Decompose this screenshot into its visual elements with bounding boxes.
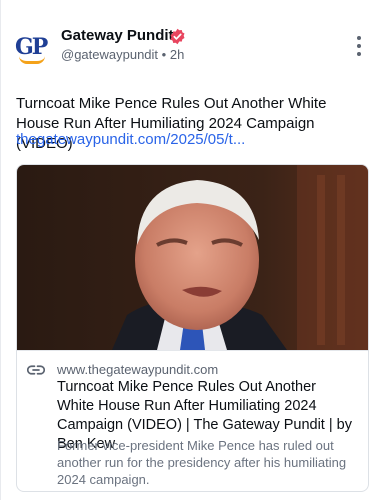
avatar[interactable]: GP xyxy=(15,29,51,65)
verified-badge-icon xyxy=(170,28,185,45)
meta-separator: • xyxy=(161,47,167,62)
more-vertical-icon xyxy=(357,36,361,40)
author-handle-line: @gatewaypundit • 2h xyxy=(61,47,184,62)
card-domain: www.thegatewaypundit.com xyxy=(57,362,219,377)
link-card[interactable]: www.thegatewaypundit.com Turncoat Mike P… xyxy=(16,164,369,492)
card-body[interactable]: www.thegatewaypundit.com Turncoat Mike P… xyxy=(17,350,368,491)
card-description: Former vice-president Mike Pence has rul… xyxy=(57,438,347,487)
post[interactable]: GP Gateway Pundit @gatewaypundit • 2h Tu… xyxy=(0,0,383,500)
more-options-button[interactable] xyxy=(351,36,367,56)
post-link[interactable]: thegatewaypundit.com/2025/05/t... xyxy=(16,131,245,148)
card-thumbnail-image[interactable] xyxy=(17,165,368,350)
author-handle[interactable]: @gatewaypundit xyxy=(61,47,158,62)
author-name[interactable]: Gateway Pundit xyxy=(61,27,174,44)
link-icon xyxy=(27,365,45,375)
avatar-swoosh xyxy=(19,56,45,64)
post-time[interactable]: 2h xyxy=(170,47,184,62)
